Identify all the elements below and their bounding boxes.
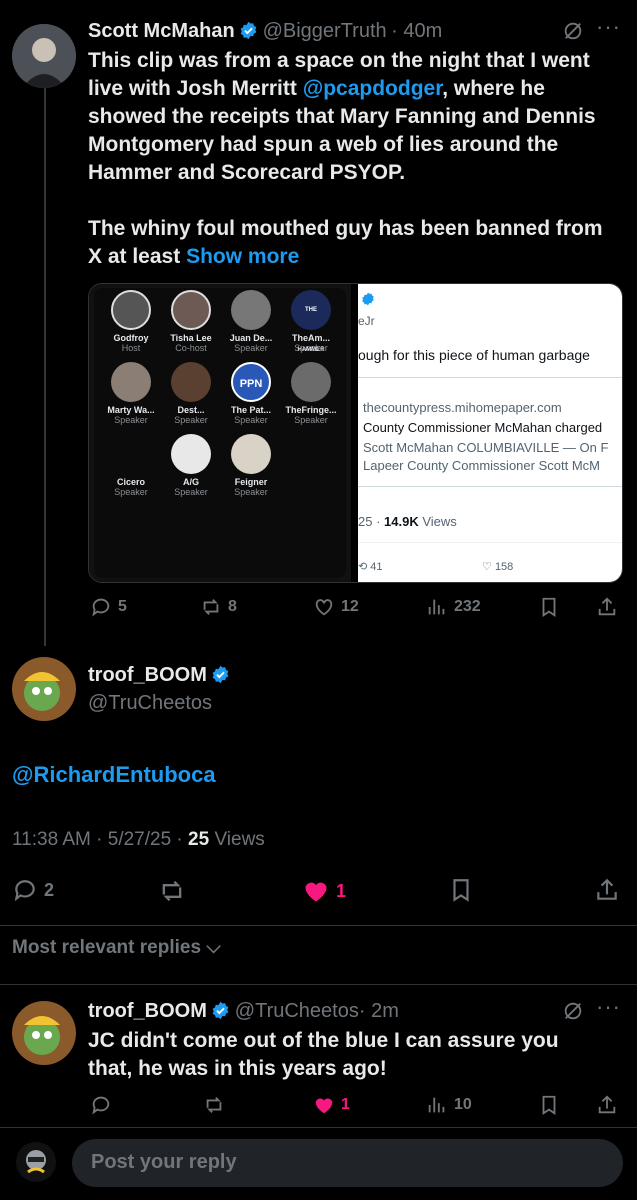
post-time[interactable]: · 40m — [391, 20, 442, 42]
bookmark-icon — [542, 1095, 556, 1115]
main-post-mention[interactable]: @RichardEntuboca — [12, 762, 216, 788]
reply-composer-input[interactable]: Post your reply — [72, 1139, 623, 1187]
speaker-marty: Marty Wa... Speaker — [101, 362, 161, 425]
embedded-reposts: ⟲ 41 — [358, 561, 383, 573]
heart-outline-icon: ♡ — [482, 561, 492, 573]
main-like-button[interactable]: 1 — [302, 877, 346, 905]
more-options-icon[interactable]: ··· — [596, 994, 621, 1020]
main-share-button[interactable] — [594, 877, 620, 908]
embedded-views: 25 · 14.9K Views — [358, 514, 457, 529]
repost-icon — [162, 880, 182, 902]
speaker-the-pat: PPN The Pat... Speaker — [221, 362, 281, 425]
parent-share-button[interactable] — [596, 596, 618, 623]
speaker-dest: Dest... Speaker — [161, 362, 221, 425]
parent-post-text: This clip was from a space on the night … — [88, 49, 603, 268]
current-user-avatar[interactable] — [16, 1142, 56, 1182]
link-domain: thecountypress.mihomepaper.com — [363, 400, 562, 415]
main-author-row: troof_BOOM — [88, 664, 230, 687]
embedded-link-card[interactable]: thecountypress.mihomepaper.com County Co… — [358, 377, 622, 487]
speaker-tisha-lee: Tisha Lee Co-host — [161, 290, 221, 353]
share-icon — [598, 1095, 616, 1114]
speaker-ag: A/G Speaker — [161, 434, 221, 497]
heart-filled-icon — [315, 1098, 333, 1114]
reply-reply-button[interactable] — [90, 1094, 112, 1121]
embedded-post-screenshot[interactable]: eJr ough for this piece of human garbage… — [358, 284, 622, 582]
views-chart-icon — [428, 599, 445, 615]
embedded-likes: ♡ 158 — [482, 561, 514, 573]
link-title: County Commissioner McMahan charged — [363, 420, 603, 435]
speaker-theam: THE HAMMER TheAm... Speaker — [281, 290, 341, 353]
avatar-scott[interactable] — [12, 24, 76, 88]
parent-reply-button[interactable]: 5 — [90, 596, 127, 618]
main-repost-button[interactable] — [158, 877, 186, 910]
author-handle[interactable]: @TruCheetos — [88, 692, 212, 715]
reply-icon — [92, 598, 110, 617]
link-description-2: Lapeer County Commissioner Scott McM — [363, 458, 600, 473]
heart-filled-icon — [305, 882, 327, 902]
main-bookmark-button[interactable] — [448, 877, 474, 908]
repost-icon — [206, 1097, 222, 1113]
reply-share-button[interactable] — [596, 1094, 618, 1121]
grok-icon[interactable] — [562, 20, 584, 47]
chevron-down-icon: ⌵ — [206, 937, 221, 958]
more-options-icon[interactable]: ··· — [596, 14, 621, 40]
reply-like-button[interactable]: 1 — [313, 1094, 350, 1116]
speaker-cicero: Cicero Speaker — [101, 434, 161, 497]
verified-badge-icon — [211, 1001, 230, 1020]
show-more-link[interactable]: Show more — [186, 245, 299, 268]
speaker-godfroy: Godfroy Host — [101, 290, 161, 353]
avatar-troof-boom[interactable] — [12, 657, 76, 721]
divider — [0, 925, 637, 926]
author-handle[interactable]: @BiggerTruth — [263, 20, 387, 42]
reply-header: troof_BOOM @TruCheetos· 2m ··· — [88, 994, 628, 1027]
parent-bookmark-button[interactable] — [538, 596, 560, 623]
share-icon — [598, 597, 616, 616]
views-count: 25 — [188, 829, 210, 850]
embedded-handle: eJr — [358, 314, 375, 328]
speaker-feigner: Feigner Speaker — [221, 434, 281, 497]
mention-link[interactable]: @pcapdodger — [303, 77, 443, 100]
avatar-troof-boom-reply[interactable] — [12, 1001, 76, 1065]
media-attachment[interactable]: Godfroy Host Tisha Lee Co-host Juan De... S… — [88, 283, 623, 583]
reply-post-text: JC didn't come out of the blue I can ass… — [88, 1029, 559, 1080]
author-name[interactable]: troof_BOOM — [88, 1000, 207, 1022]
post-timestamp[interactable]: 11:38 AM · 5/27/25 · — [12, 829, 183, 850]
embedded-text: ough for this piece of human garbage — [358, 347, 590, 363]
embedded-verified-icon — [361, 292, 375, 311]
main-post-meta: 11:38 AM · 5/27/25 · 25 Views — [12, 829, 265, 850]
author-name[interactable]: Scott McMahan — [88, 20, 235, 42]
post-time[interactable]: · 2m — [359, 1000, 399, 1022]
bookmark-icon — [542, 597, 556, 617]
repost-icon — [203, 599, 219, 615]
parent-views-button[interactable]: 232 — [426, 596, 481, 618]
thread-line — [44, 88, 46, 646]
parent-repost-button[interactable]: 8 — [200, 596, 237, 618]
grok-icon[interactable] — [562, 1000, 584, 1027]
reply-icon — [92, 1096, 110, 1115]
heart-icon — [315, 599, 333, 616]
verified-badge-icon — [211, 665, 230, 684]
parent-header: Scott McMahan @BiggerTruth · 40m ··· — [88, 14, 628, 47]
author-name[interactable]: troof_BOOM — [88, 664, 207, 686]
divider — [0, 984, 637, 985]
replies-sort-dropdown[interactable]: Most relevant replies ⌵ — [12, 937, 221, 959]
link-description-1: Scott McMahan COLUMBIAVILLE — On F — [363, 440, 609, 455]
reply-repost-button[interactable] — [203, 1094, 225, 1121]
views-chart-icon — [428, 1097, 445, 1113]
reply-views-button[interactable]: 10 — [426, 1094, 472, 1116]
reply-placeholder: Post your reply — [91, 1151, 237, 1173]
divider — [0, 1127, 637, 1128]
parent-like-button[interactable]: 12 — [313, 596, 359, 618]
reply-icon — [14, 880, 35, 902]
repost-icon: ⟲ — [358, 561, 368, 573]
verified-badge-icon — [239, 21, 258, 40]
reply-bookmark-button[interactable] — [538, 1094, 560, 1121]
author-handle[interactable]: @TruCheetos — [235, 1000, 359, 1022]
speaker-thefringe: TheFringe... Speaker — [281, 362, 341, 425]
bookmark-icon — [453, 879, 469, 902]
speaker-juan: Juan De... Speaker — [221, 290, 281, 353]
main-reply-button[interactable]: 2 — [12, 877, 54, 903]
share-icon — [597, 878, 617, 900]
space-screenshot[interactable]: Godfroy Host Tisha Lee Co-host Juan De... S… — [89, 284, 351, 582]
